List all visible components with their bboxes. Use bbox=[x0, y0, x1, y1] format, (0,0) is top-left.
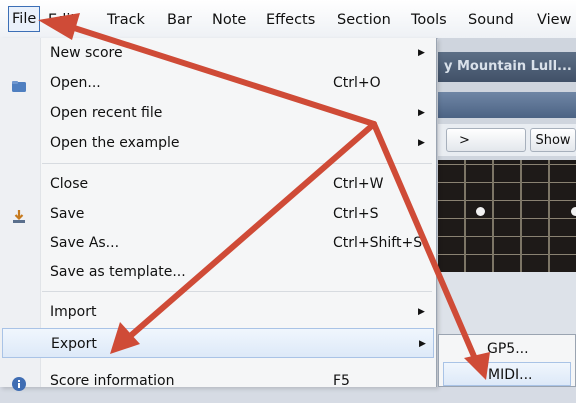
show-button[interactable]: Show bbox=[530, 128, 576, 152]
menu-item-label: Save as template... bbox=[50, 264, 186, 280]
menu-edit[interactable]: Edit bbox=[48, 9, 76, 31]
menu-track[interactable]: Track bbox=[107, 9, 145, 31]
submenu-arrow-icon: ▶ bbox=[418, 307, 425, 317]
submenu-arrow-icon: ▶ bbox=[418, 138, 425, 148]
menu-item-shortcut: F5 bbox=[333, 373, 350, 389]
next-button[interactable]: > bbox=[446, 128, 526, 152]
menu-separator bbox=[42, 291, 432, 292]
menu-item-export[interactable]: Export ▶ bbox=[2, 328, 434, 358]
menu-item-open-example[interactable]: Open the example ▶ bbox=[0, 128, 436, 158]
menu-item-label: Save bbox=[50, 206, 85, 222]
submenu-arrow-icon: ▶ bbox=[419, 339, 426, 349]
menu-item-label: Export bbox=[51, 336, 97, 352]
menu-item-shortcut: Ctrl+W bbox=[333, 176, 384, 192]
menu-effects[interactable]: Effects bbox=[266, 9, 315, 31]
submenu-item-midi[interactable]: MIDI... bbox=[443, 362, 571, 386]
menu-item-label: New score bbox=[50, 45, 123, 61]
submenu-arrow-icon: ▶ bbox=[418, 48, 425, 58]
menu-item-label: Save As... bbox=[50, 235, 120, 251]
menu-item-shortcut: Ctrl+Shift+S bbox=[333, 235, 423, 251]
menu-item-label: Import bbox=[50, 304, 97, 320]
submenu-item-gp5[interactable]: GP5... bbox=[443, 337, 571, 361]
menu-item-shortcut: Ctrl+S bbox=[333, 206, 379, 222]
score-title-bar: y Mountain Lull... bbox=[438, 52, 576, 82]
menu-item-shortcut: Ctrl+O bbox=[333, 75, 381, 91]
fretboard[interactable] bbox=[438, 160, 576, 272]
menu-item-open[interactable]: Open... Ctrl+O bbox=[0, 68, 436, 98]
menu-tools[interactable]: Tools bbox=[411, 9, 447, 31]
fret-marker-dot bbox=[571, 207, 576, 216]
export-submenu: GP5... MIDI... bbox=[438, 334, 576, 387]
menu-item-new-score[interactable]: New score ▶ bbox=[0, 38, 436, 68]
menu-item-save-template[interactable]: Save as template... bbox=[0, 257, 436, 287]
toolbar-strip bbox=[438, 92, 576, 118]
menu-item-open-recent[interactable]: Open recent file ▶ bbox=[0, 98, 436, 128]
file-menu-dropdown: New score ▶ Open... Ctrl+O Open recent f… bbox=[0, 38, 437, 391]
menu-item-save-as[interactable]: Save As... Ctrl+Shift+S bbox=[0, 228, 436, 258]
menu-note[interactable]: Note bbox=[212, 9, 246, 31]
submenu-arrow-icon: ▶ bbox=[418, 108, 425, 118]
menu-item-label: Score information bbox=[50, 373, 175, 389]
folder-icon bbox=[11, 75, 27, 92]
menu-item-label: Open recent file bbox=[50, 105, 163, 121]
menu-bar-item[interactable]: Bar bbox=[167, 9, 192, 31]
save-icon bbox=[11, 206, 27, 223]
menu-sound[interactable]: Sound bbox=[468, 9, 514, 31]
lower-panel bbox=[438, 272, 576, 336]
menu-separator bbox=[42, 163, 432, 164]
menu-item-score-information[interactable]: Score information F5 bbox=[0, 366, 436, 396]
menu-section[interactable]: Section bbox=[337, 9, 391, 31]
fret-marker-dot bbox=[476, 207, 485, 216]
menu-file[interactable]: File bbox=[8, 6, 41, 32]
menu-item-label: Open the example bbox=[50, 135, 180, 151]
menu-item-close[interactable]: Close Ctrl+W bbox=[0, 169, 436, 199]
menu-item-save[interactable]: Save Ctrl+S bbox=[0, 199, 436, 229]
menu-bar: File Edit Track Bar Note Effects Section… bbox=[0, 0, 576, 39]
menu-view[interactable]: View bbox=[537, 9, 571, 31]
menu-item-label: Close bbox=[50, 176, 89, 192]
menu-item-label: Open... bbox=[50, 75, 101, 91]
menu-item-import[interactable]: Import ▶ bbox=[0, 297, 436, 327]
